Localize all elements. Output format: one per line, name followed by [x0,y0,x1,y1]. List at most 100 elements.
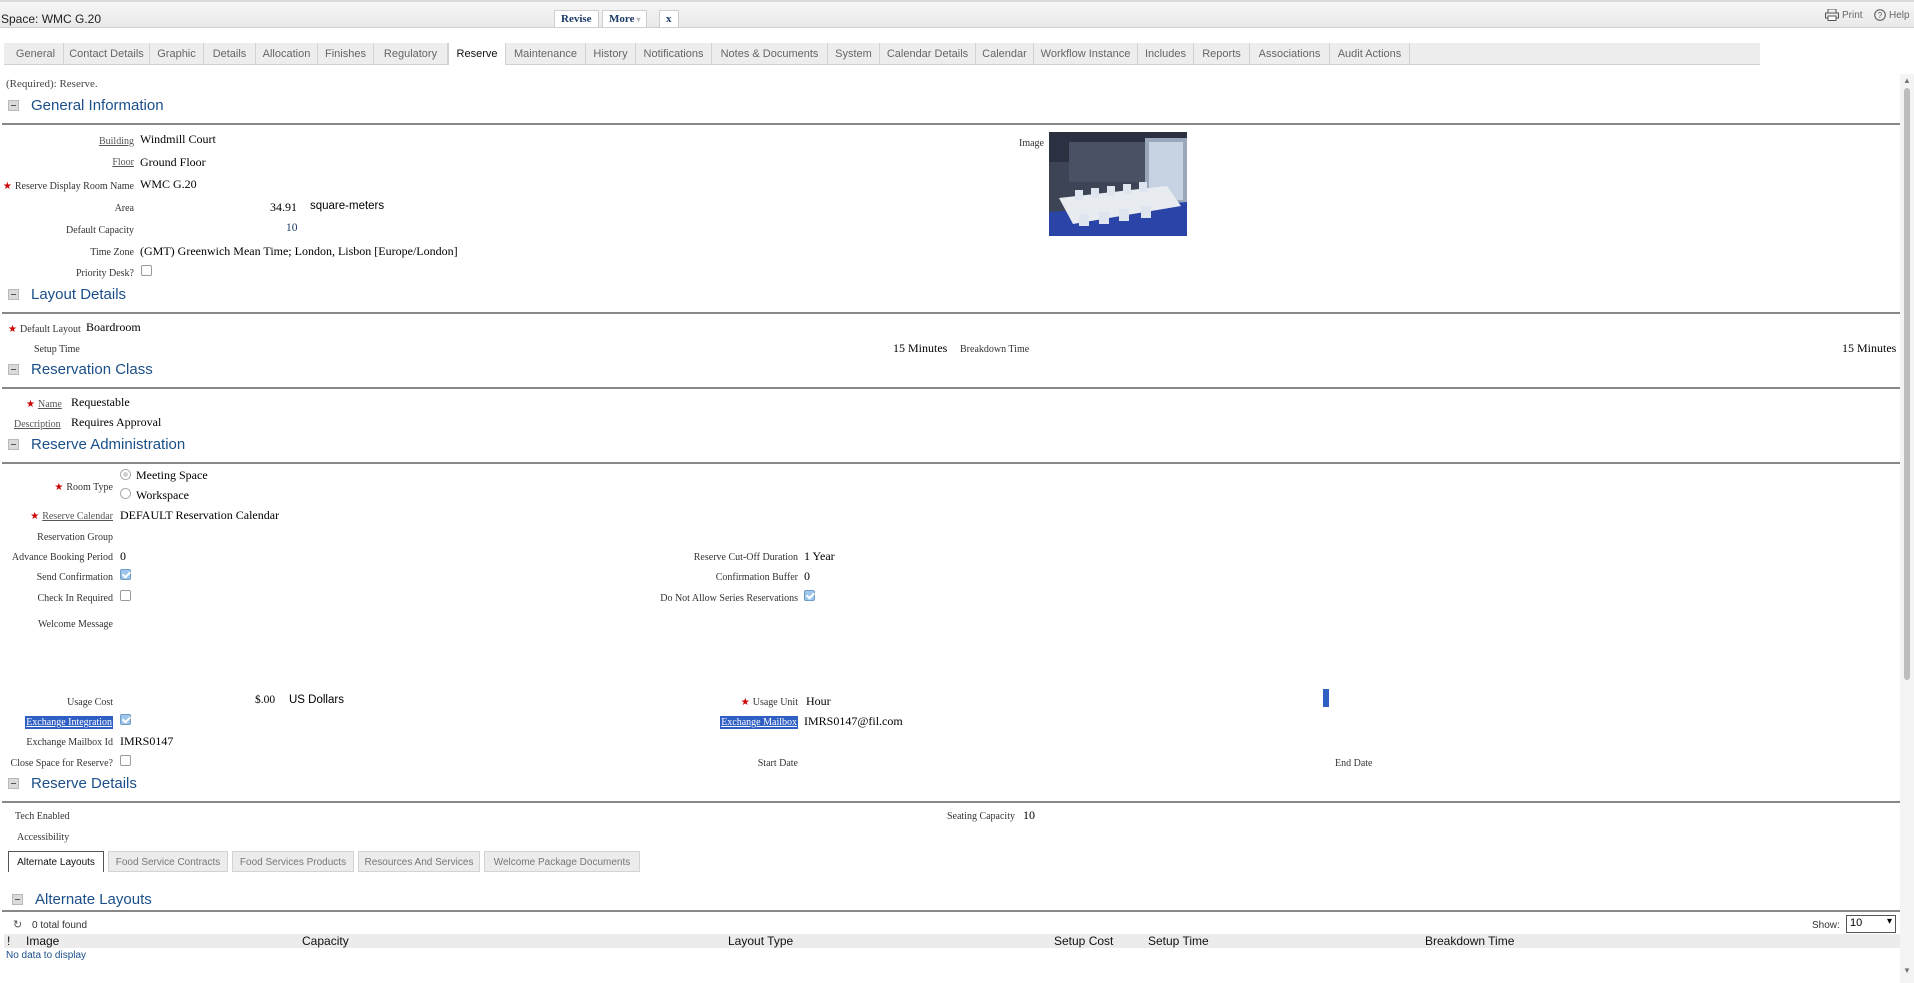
scroll-down-icon[interactable]: ▼ [1903,966,1911,975]
meeting-space-radio[interactable] [120,469,131,480]
tab-graphic[interactable]: Graphic [150,43,204,65]
reserve-details-header[interactable]: Reserve Details [8,775,137,792]
usage-unit-label: ★ Usage Unit [740,697,798,708]
welcome-message-label: Welcome Message [38,619,113,630]
close-space-checkbox[interactable] [120,755,131,766]
tab-reports[interactable]: Reports [1194,43,1250,65]
timezone-label: Time Zone [90,247,134,258]
collapse-icon[interactable] [8,439,19,450]
reserve-calendar-label[interactable]: ★ Reserve Calendar [30,511,113,522]
advance-booking-label: Advance Booking Period [11,552,113,563]
capacity-value: 10 [286,222,298,234]
check-in-checkbox[interactable] [120,590,131,601]
tab-notifications[interactable]: Notifications [636,43,712,65]
breakdown-time-label: Breakdown Time [960,344,1030,355]
general-information-header[interactable]: General Information [8,97,164,114]
subtab-food-service-contracts[interactable]: Food Service Contracts [108,851,228,872]
breakdown-time-value: 15 Minutes [1842,341,1897,355]
description-value: Requires Approval [71,415,162,429]
tab-general[interactable]: General [8,43,64,65]
help-button[interactable]: ? Help [1874,9,1910,21]
col-setup-cost[interactable]: Setup Cost [1054,934,1113,948]
tab-finishes[interactable]: Finishes [318,43,374,65]
revise-button[interactable]: Revise [554,10,599,28]
tab-system[interactable]: System [828,43,880,65]
tab-maintenance[interactable]: Maintenance [506,43,586,65]
confirmation-buffer-label: Confirmation Buffer [715,572,798,583]
tab-history[interactable]: History [586,43,636,65]
alternate-layouts-header[interactable]: Alternate Layouts [12,891,152,908]
display-name-value: WMC G.20 [140,177,197,191]
divider [2,312,1900,314]
collapse-icon[interactable] [8,289,19,300]
scrollbar-thumb[interactable] [1904,88,1910,680]
exchange-integration-label[interactable]: Exchange Integration [25,716,113,729]
col-capacity[interactable]: Capacity [302,934,349,948]
image-label: Image [1019,138,1044,149]
meeting-space-label: Meeting Space [136,468,208,482]
tab-audit-actions[interactable]: Audit Actions [1330,43,1410,65]
reserve-administration-header[interactable]: Reserve Administration [8,436,185,453]
more-button[interactable]: More ▾ [602,10,648,28]
capacity-label: Default Capacity [65,225,134,236]
building-label[interactable]: Building [99,136,134,147]
collapse-icon[interactable] [8,364,19,375]
subtab-food-services-products[interactable]: Food Services Products [232,851,354,872]
chevron-down-icon: ▾ [1886,916,1892,927]
page-title: Space: WMC G.20 [1,12,102,26]
priority-desk-checkbox[interactable] [141,265,152,276]
col-layout-type[interactable]: Layout Type [728,934,793,948]
collapse-icon[interactable] [8,100,19,111]
exchange-mailbox-value: IMRS0147@fil.com [804,714,903,728]
tab-bar: General Contact Details Graphic Details … [4,43,1760,65]
class-name-label[interactable]: ★ Name [26,399,62,410]
send-confirmation-checkbox[interactable] [120,569,131,580]
col-flag[interactable]: ! [7,934,10,948]
usage-unit-value: Hour [806,694,831,708]
tab-associations[interactable]: Associations [1250,43,1330,65]
workspace-radio[interactable] [120,488,131,499]
print-button[interactable]: Print [1825,9,1863,21]
subtab-resources-and-services[interactable]: Resources And Services [358,851,480,872]
exchange-mailbox-label[interactable]: Exchange Mailbox [720,716,798,729]
vertical-scrollbar[interactable]: ▲ ▼ [1900,74,1914,983]
cutoff-duration-label: Reserve Cut-Off Duration [693,552,798,563]
divider [2,910,1900,912]
no-series-checkbox[interactable] [804,590,815,601]
help-icon: ? [1874,9,1886,21]
tab-regulatory[interactable]: Regulatory [374,43,448,65]
col-image[interactable]: Image [26,934,59,948]
tab-calendar[interactable]: Calendar [976,43,1034,65]
table-header [4,934,1900,948]
tab-contact-details[interactable]: Contact Details [64,43,150,65]
page-size-select[interactable]: 10 ▾ [1846,915,1896,933]
subtab-welcome-package-documents[interactable]: Welcome Package Documents [484,851,640,872]
tab-workflow-instance[interactable]: Workflow Instance [1034,43,1138,65]
description-label[interactable]: Description [14,419,61,430]
refresh-icon[interactable]: ↻ [13,918,22,931]
tab-allocation[interactable]: Allocation [256,43,318,65]
scroll-up-icon[interactable]: ▲ [1903,76,1911,85]
col-setup-time[interactable]: Setup Time [1148,934,1209,948]
mailbox-id-value: IMRS0147 [120,734,174,748]
tab-details[interactable]: Details [204,43,256,65]
tab-notes-documents[interactable]: Notes & Documents [712,43,828,65]
default-layout-value: Boardroom [86,320,141,334]
room-image[interactable] [1049,132,1187,236]
tab-reserve[interactable]: Reserve [448,43,506,65]
collapse-icon[interactable] [12,894,23,905]
confirmation-buffer-value: 0 [804,569,810,583]
empty-message: No data to display [6,950,87,961]
subtab-alternate-layouts[interactable]: Alternate Layouts [8,851,104,872]
exchange-integration-checkbox[interactable] [120,714,131,725]
collapse-icon[interactable] [8,778,19,789]
workspace-label: Workspace [136,488,190,502]
tab-calendar-details[interactable]: Calendar Details [880,43,976,65]
layout-details-header[interactable]: Layout Details [8,286,126,303]
floor-label[interactable]: Floor [112,157,134,168]
tab-includes[interactable]: Includes [1138,43,1194,65]
reservation-class-header[interactable]: Reservation Class [8,361,153,378]
show-label: Show: [1812,920,1840,931]
close-button[interactable]: x [659,10,679,28]
col-breakdown-time[interactable]: Breakdown Time [1425,934,1514,948]
